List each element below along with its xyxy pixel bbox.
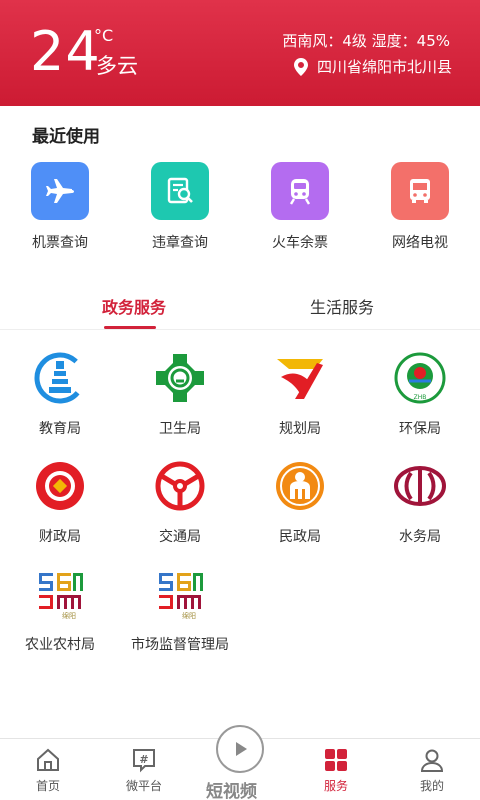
svg-text:#: # (139, 753, 148, 766)
temperature: 24 (30, 20, 101, 83)
service-label: 市场监督管理局 (131, 637, 229, 653)
nav-short-video-label[interactable]: 短视频 (206, 777, 257, 800)
recent-item-tv[interactable]: 网络电视 (360, 162, 480, 252)
service-label: 环保局 (399, 421, 441, 437)
recent-label: 火车余票 (272, 235, 328, 251)
grid-icon (325, 749, 347, 771)
service-label: 水务局 (399, 529, 441, 545)
service-civil-affairs[interactable]: 民政局 (240, 458, 360, 566)
service-label: 民政局 (279, 529, 321, 545)
service-tabs: 政务服务 生活服务 (0, 286, 480, 330)
recent-title: 最近使用 (32, 127, 100, 147)
tab-government-services[interactable]: 政务服务 (102, 294, 166, 318)
bottom-nav: 首页 # 微平台 短视频 服务 我的 (0, 725, 480, 800)
service-label: 财政局 (39, 529, 81, 545)
education-bureau-logo (32, 350, 88, 406)
recent-label: 网络电视 (392, 235, 448, 251)
service-water[interactable]: 水务局 (360, 458, 480, 566)
service-label: 农业农村局 (25, 637, 95, 653)
nav-micro-platform[interactable]: # 微平台 (96, 747, 192, 794)
finance-bureau-logo (32, 458, 88, 514)
recent-label: 机票查询 (32, 235, 88, 251)
play-icon (236, 742, 247, 756)
agriculture-bureau-logo: 绵阳 (32, 566, 88, 622)
recent-item-violation[interactable]: 违章查询 (120, 162, 240, 252)
service-finance[interactable]: 财政局 (0, 458, 120, 566)
home-icon (37, 748, 59, 771)
transport-bureau-logo (152, 458, 208, 514)
service-label: 规划局 (279, 421, 321, 437)
water-bureau-logo (392, 458, 448, 514)
service-education[interactable]: 教育局 (0, 350, 120, 458)
tab-indicator (104, 326, 156, 329)
nav-profile[interactable]: 我的 (384, 747, 480, 794)
nav-home[interactable]: 首页 (0, 747, 96, 794)
recent-item-train[interactable]: 火车余票 (240, 162, 360, 252)
nav-short-video-button[interactable] (216, 725, 264, 773)
wind-humidity: 西南风：4级 湿度：45% (282, 32, 450, 50)
bus-icon (391, 162, 449, 220)
service-label: 教育局 (39, 421, 81, 437)
recent-label: 违章查询 (152, 235, 208, 251)
civil-affairs-logo (272, 458, 328, 514)
service-page: 24 °C 多云 西南风：4级 湿度：45% 四川省绵阳市北川县 最近使用 机票… (0, 0, 480, 800)
location-pin-icon (293, 57, 308, 76)
service-environment[interactable]: ZHB 环保局 (360, 350, 480, 458)
svg-text:ZHB: ZHB (414, 394, 427, 401)
planning-bureau-logo (272, 350, 328, 406)
service-agriculture[interactable]: 绵阳 农业农村局 (0, 566, 120, 674)
nav-label: 微平台 (125, 779, 162, 793)
services-grid: 教育局 卫生局 规划局 ZHB 环保局 财政局 交通局 民政局 水务局 绵阳 农… (0, 350, 480, 674)
recent-list: 机票查询 违章查询 火车余票 网络电视 (0, 162, 480, 252)
temperature-unit: °C (94, 26, 114, 45)
nav-services[interactable]: 服务 (288, 747, 384, 794)
service-label: 卫生局 (159, 421, 201, 437)
weather-header: 24 °C 多云 西南风：4级 湿度：45% 四川省绵阳市北川县 (0, 0, 480, 106)
nav-label: 我的 (419, 779, 444, 793)
document-search-icon (151, 162, 209, 220)
market-supervision-logo: 绵阳 (152, 566, 208, 622)
location[interactable]: 四川省绵阳市北川县 (293, 56, 452, 77)
service-health[interactable]: 卫生局 (120, 350, 240, 458)
recent-item-flight[interactable]: 机票查询 (0, 162, 120, 252)
nav-label: 服务 (323, 779, 348, 793)
service-market-supervision[interactable]: 绵阳 市场监督管理局 (120, 566, 240, 674)
service-label: 交通局 (159, 529, 201, 545)
location-text: 四川省绵阳市北川县 (316, 58, 452, 76)
svg-text:绵阳: 绵阳 (62, 611, 76, 620)
hashtag-icon: # (133, 749, 155, 773)
svg-text:绵阳: 绵阳 (182, 611, 196, 620)
service-planning[interactable]: 规划局 (240, 350, 360, 458)
nav-label: 首页 (35, 779, 60, 793)
user-icon (420, 749, 444, 772)
weather-condition: 多云 (96, 54, 138, 78)
health-bureau-logo (152, 350, 208, 406)
train-icon (271, 162, 329, 220)
environment-bureau-logo: ZHB (392, 350, 448, 406)
airplane-icon (31, 162, 89, 220)
service-transport[interactable]: 交通局 (120, 458, 240, 566)
tab-life-services[interactable]: 生活服务 (310, 294, 374, 318)
